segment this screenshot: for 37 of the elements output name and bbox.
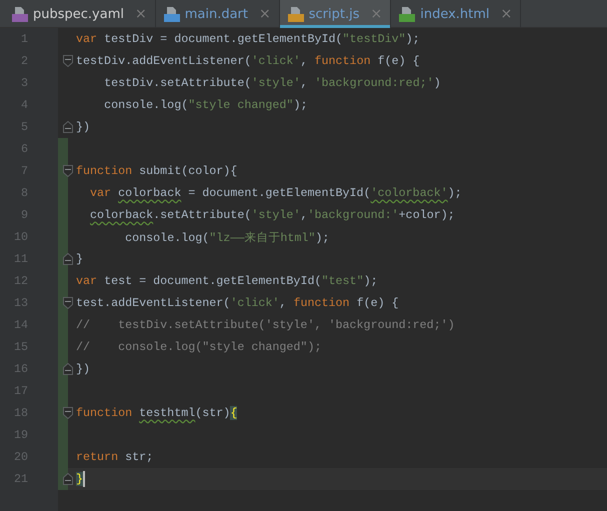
fold-icon[interactable] [63,297,73,309]
close-icon[interactable]: × [134,6,147,22]
code-line: } [76,252,84,266]
file-tab[interactable]: index.html × [391,0,522,28]
code-line: return str; [76,450,154,464]
code-line: test.addEventListener('click', function f(e) { [76,296,399,310]
code-line: // testDiv.setAttribute('style', 'background:red;') [76,318,455,332]
code-line: function testhtml(str){ [76,406,238,420]
js-file-icon [288,6,304,22]
code-line: console.log("style changed"); [103,98,308,112]
file-tab[interactable]: script.js × [280,0,392,28]
fold-icon[interactable] [63,363,73,375]
fold-icon[interactable] [63,55,73,67]
code-line: colorback.setAttribute('style','background:'+color); [89,208,455,222]
code-line: console.log("lz——来自于html"); [124,230,330,244]
code-line: var colorback = document.getElementById('colorback'); [89,186,462,200]
code-line: testDiv.addEventListener('click', function f(e) { [76,54,420,68]
fold-icon[interactable] [63,253,73,265]
code-line: }) [76,362,90,376]
code-line: }) [76,120,90,134]
close-icon[interactable]: × [370,6,382,22]
html-file-icon [399,6,416,22]
text-cursor [83,471,86,487]
code-line: // console.log("style changed"); [76,340,322,354]
fold-icon[interactable] [63,473,73,485]
fold-icon[interactable] [63,165,73,177]
dart-file-icon [164,6,180,22]
close-icon[interactable]: × [259,6,271,22]
code-line: var testDiv = document.getElementById("testDiv"); [76,32,420,46]
close-icon[interactable]: × [500,6,512,22]
code-line: testDiv.setAttribute('style', 'background:red;') [103,76,441,90]
code-line: function submit(color){ [76,164,238,178]
file-tab[interactable]: main.dart × [156,0,280,28]
yaml-file-icon [12,6,28,22]
code-line: var test = document.getElementById("test"); [76,274,378,288]
fold-icon[interactable] [63,407,73,419]
fold-icon[interactable] [63,121,73,133]
